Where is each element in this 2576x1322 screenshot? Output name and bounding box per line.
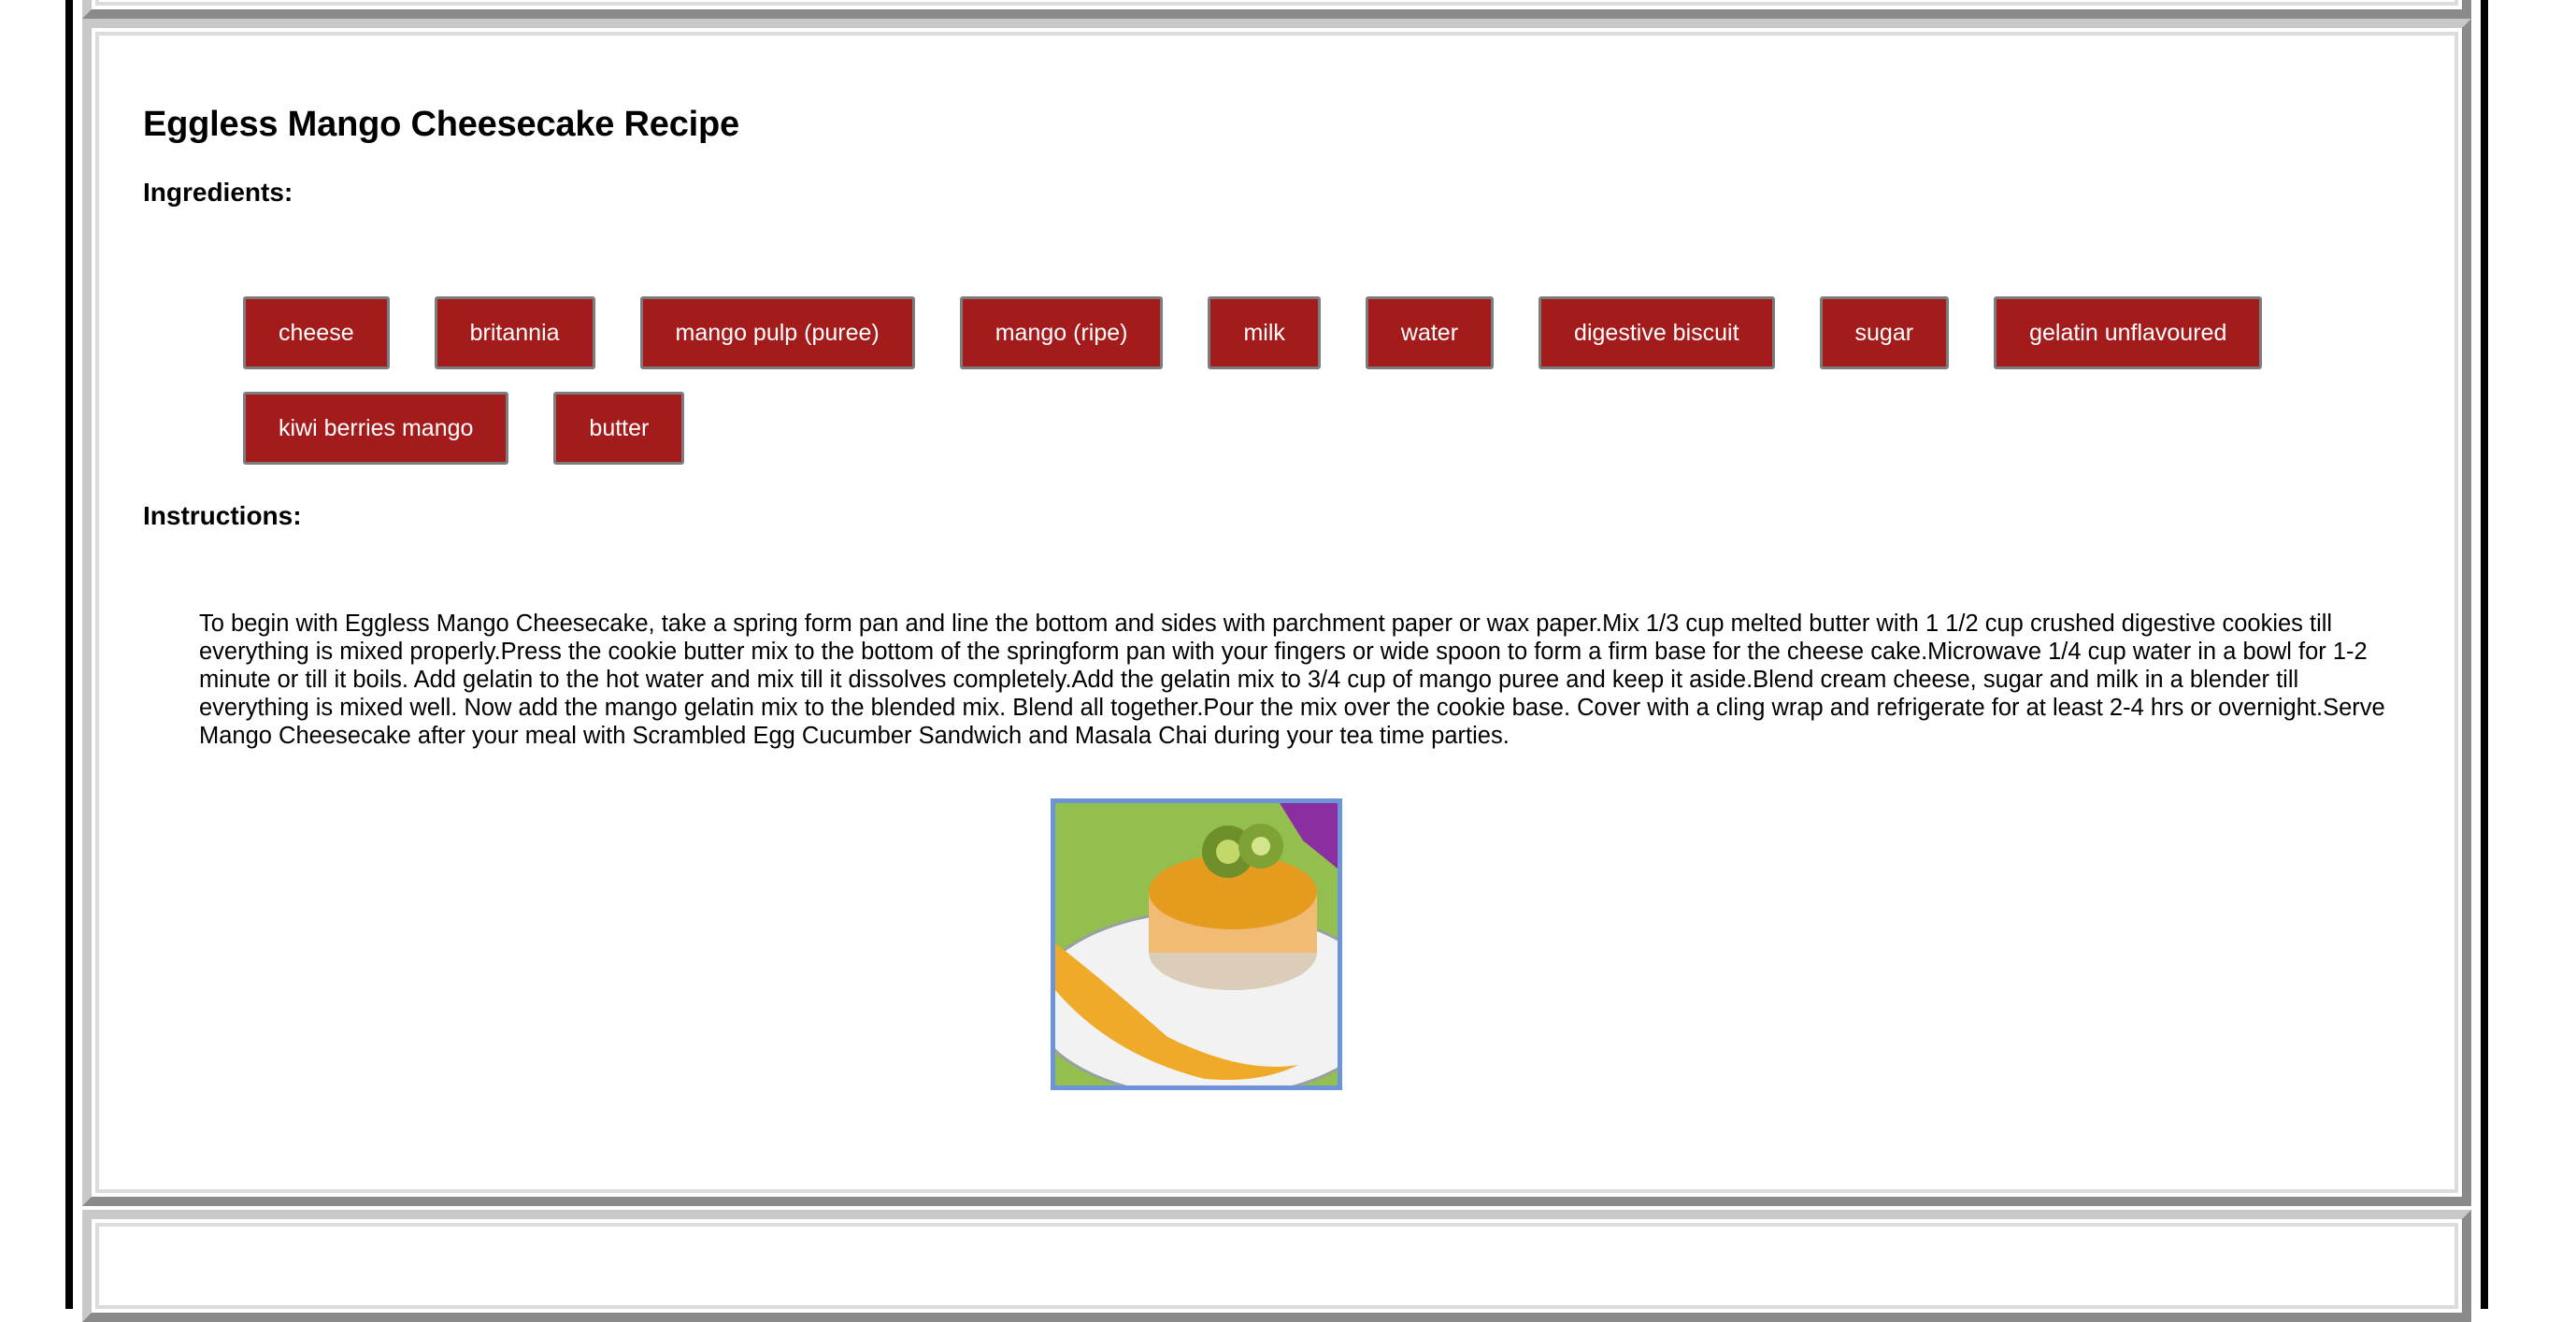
ingredient-chip-butter[interactable]: butter [553,392,685,465]
ingredient-chip-cheese[interactable]: cheese [243,296,390,369]
ingredient-chip-gelatin[interactable]: gelatin unflavoured [1994,296,2263,369]
ingredient-chip-britannia[interactable]: britannia [434,296,595,369]
ingredient-chip-kiwi-berries-mango[interactable]: kiwi berries mango [243,392,509,465]
previous-card [82,0,2471,19]
ingredient-chip-digestive-biscuit[interactable]: digestive biscuit [1538,296,1775,369]
ingredients-row-2: kiwi berries mango butter [243,392,685,465]
ingredient-chip-mango-ripe[interactable]: mango (ripe) [959,296,1164,369]
ingredient-chip-sugar[interactable]: sugar [1819,296,1950,369]
ingredient-chip-milk[interactable]: milk [1208,296,1321,369]
instructions-text: To begin with Eggless Mango Cheesecake, … [199,611,2385,749]
ingredient-chip-mango-pulp[interactable]: mango pulp (puree) [639,296,915,369]
recipe-title: Eggless Mango Cheesecake Recipe [143,105,739,144]
cheesecake-photo[interactable] [1051,798,1342,1090]
ingredient-chip-water[interactable]: water [1365,296,1495,369]
cheesecake-illustration [1055,803,1338,1085]
instructions-heading: Instructions: [143,501,302,530]
next-card [82,1210,2471,1322]
ingredients-heading: Ingredients: [143,178,293,207]
ingredients-row-1: cheese britannia mango pulp (puree) mang… [243,296,2263,369]
